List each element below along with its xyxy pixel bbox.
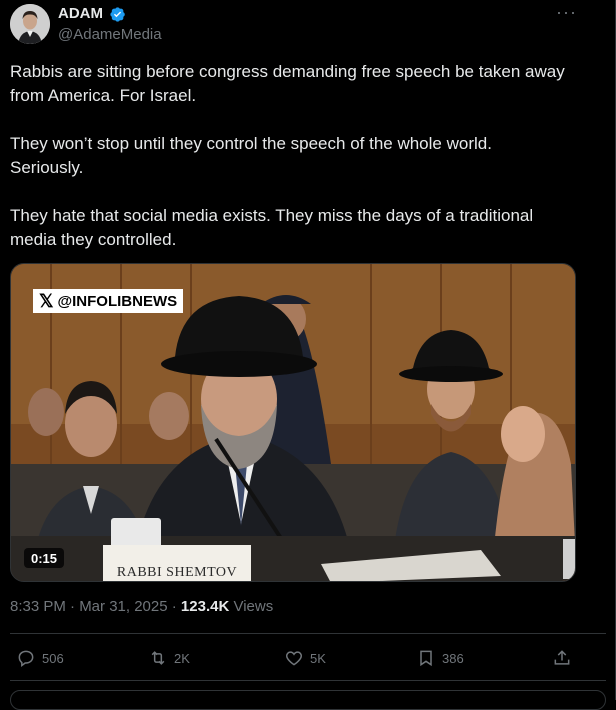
verified-badge-icon (110, 7, 125, 22)
like-count: 5K (310, 650, 326, 666)
post-text: Rabbis are sitting before congress deman… (10, 62, 565, 249)
reply-button[interactable]: 506 (16, 648, 64, 668)
video-player[interactable]: 𝕏 @INFOLIBNEWS RABBI SHEMTOV 0:15 (10, 263, 576, 582)
nameplate: RABBI SHEMTOV (103, 545, 251, 581)
views-count: 123.4K (180, 598, 230, 615)
like-button[interactable]: 5K (284, 648, 326, 668)
watermark-text: @INFOLIBNEWS (57, 292, 178, 310)
post-meta: 8:33 PM · Mar 31, 2025 · 123.4K Views (10, 598, 273, 615)
video-duration: 0:15 (24, 548, 65, 568)
reply-icon (18, 650, 34, 667)
divider (10, 680, 606, 681)
repost-button[interactable]: 2K (148, 648, 190, 668)
bookmark-button[interactable]: 386 (416, 648, 464, 668)
reply-box[interactable] (10, 690, 606, 710)
divider (10, 633, 606, 634)
avatar[interactable] (10, 4, 50, 44)
repost-icon (151, 651, 165, 665)
action-bar: 506 2K 5K 386 (0, 648, 616, 672)
video-watermark: 𝕏 @INFOLIBNEWS (33, 289, 184, 313)
author-name[interactable]: ADAM (58, 5, 103, 22)
repost-count: 2K (174, 650, 190, 666)
x-logo-icon: 𝕏 (39, 290, 54, 311)
bookmark-count: 386 (442, 650, 464, 666)
like-icon (285, 651, 303, 666)
more-icon[interactable]: ··· (556, 2, 577, 23)
share-icon (554, 650, 570, 665)
bookmark-icon (420, 650, 432, 667)
views-label: Views (229, 598, 274, 615)
author-handle[interactable]: @AdameMedia (58, 26, 162, 43)
post-timestamp[interactable]: 8:33 PM · Mar 31, 2025 · (10, 598, 181, 615)
share-button[interactable] (552, 648, 572, 668)
reply-count: 506 (42, 650, 64, 666)
